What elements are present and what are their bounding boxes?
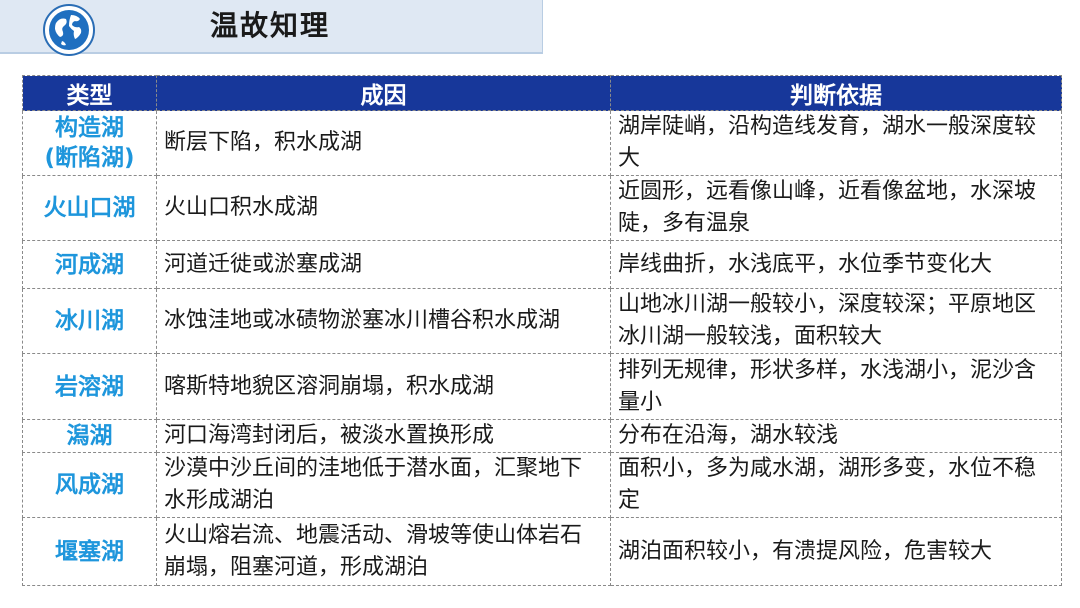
- row-basis-cell: 湖泊面积较小，有溃提风险，危害较大: [610, 517, 1062, 586]
- table-row: 构造湖 (断陷湖) 断层下陷，积水成湖 湖岸陡峭，沿构造线发育，湖水一般深度较大: [22, 110, 1062, 176]
- row-cause-cell: 火山熔岩流、地震活动、滑坡等使山体岩石崩塌，阻塞河道，形成湖泊: [156, 517, 611, 586]
- header-banner: 温故知理: [0, 0, 543, 56]
- column-header-cause: 成因: [156, 75, 611, 111]
- row-cause-cell: 河口海湾封闭后，被淡水置换形成: [156, 419, 611, 453]
- row-type-cell: 岩溶湖: [22, 353, 157, 420]
- row-type-cell: 风成湖: [22, 452, 157, 518]
- table-row: 岩溶湖 喀斯特地貌区溶洞崩塌，积水成湖 排列无规律，形状多样，水浅湖小，泥沙含量…: [22, 353, 1062, 420]
- row-basis-cell: 湖岸陡峭，沿构造线发育，湖水一般深度较大: [610, 110, 1062, 176]
- globe-icon: [43, 4, 95, 56]
- column-header-basis: 判断依据: [610, 75, 1062, 111]
- row-basis-cell: 排列无规律，形状多样，水浅湖小，泥沙含量小: [610, 353, 1062, 420]
- row-cause-cell: 沙漠中沙丘间的洼地低于潜水面，汇聚地下水形成湖泊: [156, 452, 611, 518]
- row-cause-cell: 火山口积水成湖: [156, 175, 611, 241]
- table-row: 火山口湖 火山口积水成湖 近圆形，远看像山峰，近看像盆地，水深坡陡，多有温泉: [22, 175, 1062, 241]
- row-cause-cell: 断层下陷，积水成湖: [156, 110, 611, 176]
- page-title: 温故知理: [210, 9, 331, 42]
- row-type-cell: 潟湖: [22, 419, 157, 453]
- row-basis-cell: 面积小，多为咸水湖，湖形多变，水位不稳定: [610, 452, 1062, 518]
- row-type-cell: 河成湖: [22, 240, 157, 289]
- table-row: 潟湖 河口海湾封闭后，被淡水置换形成 分布在沿海，湖水较浅: [22, 419, 1062, 453]
- table-row: 冰川湖 冰蚀洼地或冰碛物淤塞冰川槽谷积水成湖 山地冰川湖一般较小，深度较深；平原…: [22, 288, 1062, 354]
- table-header-row: 类型 成因 判断依据: [22, 75, 1062, 111]
- row-basis-cell: 近圆形，远看像山峰，近看像盆地，水深坡陡，多有温泉: [610, 175, 1062, 241]
- row-cause-cell: 河道迁徙或淤塞成湖: [156, 240, 611, 289]
- table-row: 风成湖 沙漠中沙丘间的洼地低于潜水面，汇聚地下水形成湖泊 面积小，多为咸水湖，湖…: [22, 452, 1062, 518]
- row-type-cell: 冰川湖: [22, 288, 157, 354]
- row-type-subname: (断陷湖): [44, 145, 135, 171]
- row-type-cell: 堰塞湖: [22, 517, 157, 586]
- row-type-cell: 构造湖 (断陷湖): [22, 110, 157, 176]
- row-cause-cell: 喀斯特地貌区溶洞崩塌，积水成湖: [156, 353, 611, 420]
- row-type-cell: 火山口湖: [22, 175, 157, 241]
- row-basis-cell: 分布在沿海，湖水较浅: [610, 419, 1062, 453]
- row-type-name: 构造湖: [55, 115, 124, 141]
- row-basis-cell: 岸线曲折，水浅底平，水位季节变化大: [610, 240, 1062, 289]
- table-row: 河成湖 河道迁徙或淤塞成湖 岸线曲折，水浅底平，水位季节变化大: [22, 240, 1062, 289]
- row-cause-cell: 冰蚀洼地或冰碛物淤塞冰川槽谷积水成湖: [156, 288, 611, 354]
- lake-types-table: 类型 成因 判断依据 构造湖 (断陷湖) 断层下陷，积水成湖 湖岸陡峭，沿构造线…: [22, 75, 1062, 586]
- row-basis-cell: 山地冰川湖一般较小，深度较深；平原地区冰川湖一般较浅，面积较大: [610, 288, 1062, 354]
- column-header-type: 类型: [22, 75, 157, 111]
- table-row: 堰塞湖 火山熔岩流、地震活动、滑坡等使山体岩石崩塌，阻塞河道，形成湖泊 湖泊面积…: [22, 517, 1062, 586]
